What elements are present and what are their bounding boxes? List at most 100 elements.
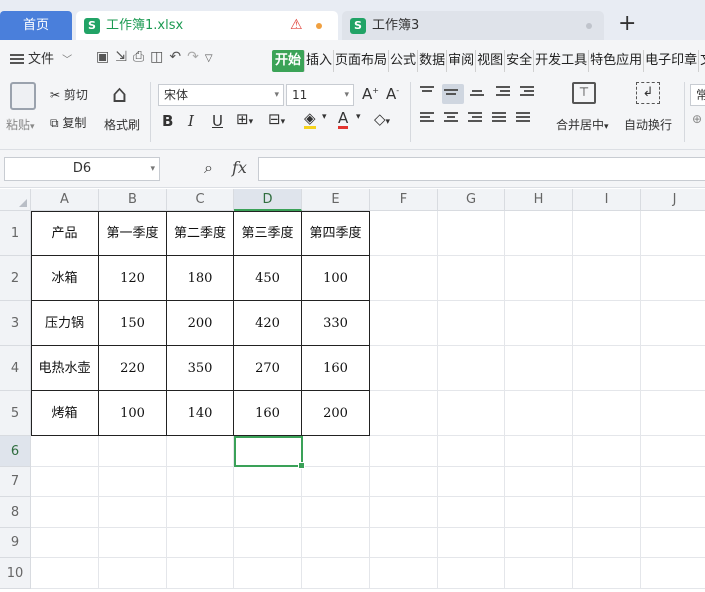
select-all-corner[interactable] (0, 189, 31, 211)
fx-icon[interactable]: fx (232, 158, 247, 177)
wrap-text-icon[interactable]: ↲ (636, 82, 660, 104)
cell-h1[interactable] (505, 211, 573, 256)
cell-b5[interactable]: 100 (99, 391, 167, 436)
tab-workbook-1[interactable]: S 工作簿1.xlsx ⚠ (76, 11, 338, 40)
cell-i1[interactable] (573, 211, 641, 256)
align-left-icon[interactable] (420, 112, 438, 126)
chevron-down-icon[interactable]: ▾ (356, 112, 361, 122)
cell-c10[interactable] (167, 558, 234, 589)
align-center-icon[interactable] (444, 112, 462, 126)
name-box[interactable]: D6 ▾ (4, 157, 160, 181)
cell-a2[interactable]: 冰箱 (31, 256, 99, 301)
cell-j2[interactable] (641, 256, 705, 301)
font-size-select[interactable]: 11 ▾ (286, 84, 354, 106)
formula-input[interactable] (258, 157, 705, 181)
cell-b9[interactable] (99, 528, 167, 558)
cell-h3[interactable] (505, 301, 573, 346)
paste-button[interactable]: 粘贴▾ (6, 116, 35, 133)
cell-f5[interactable] (370, 391, 438, 436)
column-header-a[interactable]: A (31, 189, 99, 211)
cell-f8[interactable] (370, 497, 438, 528)
row-header-6[interactable]: 6 (0, 436, 31, 467)
cell-b2[interactable]: 120 (99, 256, 167, 301)
cell-c7[interactable] (167, 467, 234, 497)
justify-icon[interactable] (492, 112, 510, 126)
wrap-text-button[interactable]: 自动换行 (624, 116, 672, 133)
cell-e10[interactable] (302, 558, 370, 589)
decrease-font-icon[interactable]: A- (386, 85, 399, 103)
cell-j9[interactable] (641, 528, 705, 558)
align-middle-icon[interactable] (442, 84, 464, 104)
cell-i3[interactable] (573, 301, 641, 346)
row-header-7[interactable]: 7 (0, 467, 31, 497)
export-icon[interactable]: ⇲ (115, 49, 133, 65)
cell-g7[interactable] (438, 467, 505, 497)
row-header-10[interactable]: 10 (0, 558, 31, 589)
cell-f3[interactable] (370, 301, 438, 346)
cell-c4[interactable]: 350 (167, 346, 234, 391)
tab-view[interactable]: 视图 (476, 50, 506, 72)
cell-d4[interactable]: 270 (234, 346, 302, 391)
cell-b4[interactable]: 220 (99, 346, 167, 391)
print-icon[interactable]: ⎙ (133, 49, 150, 65)
cell-j10[interactable] (641, 558, 705, 589)
column-header-b[interactable]: B (99, 189, 167, 211)
align-bottom-icon[interactable] (470, 90, 488, 104)
cell-g6[interactable] (438, 436, 505, 467)
cell-f4[interactable] (370, 346, 438, 391)
tab-page-layout[interactable]: 页面布局 (334, 50, 390, 72)
cell-d7[interactable] (234, 467, 302, 497)
cell-a6[interactable] (31, 436, 99, 467)
column-header-d[interactable]: D (234, 189, 302, 211)
cell-a5[interactable]: 烤箱 (31, 391, 99, 436)
cell-d8[interactable] (234, 497, 302, 528)
cell-i6[interactable] (573, 436, 641, 467)
active-cell-cursor[interactable] (234, 436, 305, 469)
column-header-h[interactable]: H (505, 189, 573, 211)
tab-special[interactable]: 特色应用 (589, 50, 645, 72)
border-icon[interactable]: ⊞▾ (236, 110, 253, 128)
cell-f10[interactable] (370, 558, 438, 589)
format-painter-button[interactable]: 格式刷 (104, 116, 140, 133)
home-tab[interactable]: 首页 (0, 11, 72, 40)
align-top-icon[interactable] (420, 86, 438, 100)
row-header-8[interactable]: 8 (0, 497, 31, 528)
tab-developer[interactable]: 开发工具 (534, 50, 590, 72)
cell-f7[interactable] (370, 467, 438, 497)
cell-c2[interactable]: 180 (167, 256, 234, 301)
cell-e3[interactable]: 330 (302, 301, 370, 346)
row-header-5[interactable]: 5 (0, 391, 31, 436)
cell-f6[interactable] (370, 436, 438, 467)
cell-b1[interactable]: 第一季度 (99, 211, 167, 256)
cell-c8[interactable] (167, 497, 234, 528)
spreadsheet-grid[interactable]: A B C D E F G H I J 1 产品 第一季度 第二季度 第三季度 第四季度 2 冰箱 120 180 45… (0, 189, 705, 592)
bold-icon[interactable]: B (162, 112, 173, 130)
column-header-j[interactable]: J (641, 189, 705, 211)
cell-b7[interactable] (99, 467, 167, 497)
cell-a8[interactable] (31, 497, 99, 528)
cell-j7[interactable] (641, 467, 705, 497)
cell-i4[interactable] (573, 346, 641, 391)
cell-e6[interactable] (302, 436, 370, 467)
cell-h7[interactable] (505, 467, 573, 497)
cell-g5[interactable] (438, 391, 505, 436)
cell-j8[interactable] (641, 497, 705, 528)
merge-center-button[interactable]: 合并居中▾ (556, 116, 609, 133)
clear-format-icon[interactable]: ◇▾ (374, 110, 390, 128)
cell-a3[interactable]: 压力锅 (31, 301, 99, 346)
cell-j4[interactable] (641, 346, 705, 391)
column-header-e[interactable]: E (302, 189, 370, 211)
row-header-2[interactable]: 2 (0, 256, 31, 301)
file-menu-button[interactable]: 文件 ﹀ (10, 48, 72, 67)
undo-icon[interactable]: ↶ (169, 49, 187, 65)
copy-button[interactable]: ⧉ 复制 (50, 114, 86, 131)
cell-c9[interactable] (167, 528, 234, 558)
cell-c5[interactable]: 140 (167, 391, 234, 436)
cell-i8[interactable] (573, 497, 641, 528)
cell-i2[interactable] (573, 256, 641, 301)
column-header-f[interactable]: F (370, 189, 438, 211)
cell-h8[interactable] (505, 497, 573, 528)
cell-f2[interactable] (370, 256, 438, 301)
tab-security[interactable]: 安全 (505, 50, 535, 72)
merge-center-icon[interactable]: ⊤ (572, 82, 596, 104)
